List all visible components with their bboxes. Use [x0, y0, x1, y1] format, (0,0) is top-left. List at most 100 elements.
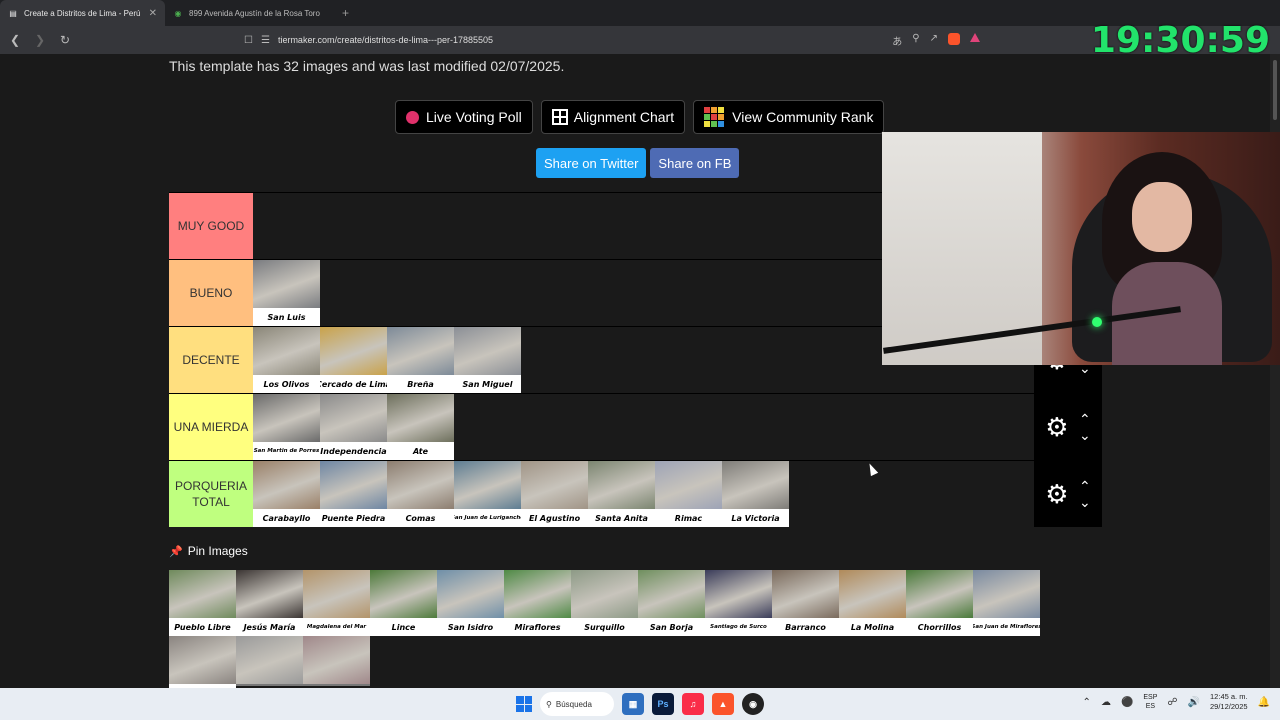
tier-image[interactable]: San Juan de Lurigancho [454, 461, 521, 527]
share-twitter-button[interactable]: Share on Twitter [536, 148, 647, 178]
reload-icon[interactable]: ↻ [55, 33, 75, 47]
translate-icon[interactable]: あ [892, 33, 902, 48]
tier-label[interactable]: UNA MIERDA [169, 394, 253, 460]
chevron-down-icon[interactable]: ⌄ [1079, 428, 1091, 442]
tier-image[interactable]: Breña [387, 327, 454, 393]
chevron-up-icon[interactable]: ⌃ [1079, 479, 1091, 493]
district-caption: La Molina [839, 618, 906, 636]
pool-image[interactable]: Magdalena del Mar [303, 570, 370, 636]
photoshop-icon[interactable]: Ps [652, 693, 674, 715]
pool-image[interactable]: Jesús María [236, 570, 303, 636]
network-icon[interactable]: ☍ [1167, 697, 1177, 708]
music-icon[interactable]: ♫ [682, 693, 704, 715]
tab-tiermaker[interactable]: ▤ Create a Distritos de Lima - Perú ✕ [0, 0, 165, 26]
zoom-icon[interactable]: ⚲ [912, 33, 919, 48]
tier-image[interactable]: Carabayllo [253, 461, 320, 527]
district-caption: Breña [387, 375, 454, 393]
tier-drop-zone[interactable]: San Martin de Porres Independencia Ate [253, 394, 1034, 460]
rank-cell [718, 107, 725, 113]
microphone-icon[interactable]: ⚫ [1121, 697, 1133, 708]
url-text[interactable]: tiermaker.com/create/distritos-de-lima--… [278, 35, 892, 45]
cloud-icon[interactable]: ☁ [1101, 697, 1111, 708]
brave-shields-icon[interactable] [948, 32, 960, 45]
windows-start-icon[interactable] [516, 696, 532, 712]
pool-image[interactable]: Chorrillos [906, 570, 973, 636]
obs-icon[interactable]: ◉ [742, 693, 764, 715]
pool-image[interactable]: San Borja [638, 570, 705, 636]
tier-controls: ⚙ ⌃ ⌄ [1034, 394, 1102, 460]
tier-image[interactable]: Ate [387, 394, 454, 460]
view-community-rank-button[interactable]: View Community Rank [693, 100, 885, 134]
pool-image[interactable]: Pueblo Libre [169, 570, 236, 636]
maps-pin-icon: ◉ [174, 8, 182, 18]
tier-label[interactable]: BUENO [169, 260, 253, 326]
bookmark-icon[interactable]: ☐ [244, 35, 253, 46]
alignment-chart-button[interactable]: Alignment Chart [540, 100, 686, 134]
pool-image[interactable]: Surquillo [571, 570, 638, 636]
pool-image[interactable]: La Molina [839, 570, 906, 636]
tier-image[interactable]: Comas [387, 461, 454, 527]
tier-image[interactable]: Los Olivos [253, 327, 320, 393]
district-caption: Pueblo Libre [169, 618, 236, 636]
chevron-up-icon[interactable]: ⌃ [1079, 412, 1091, 426]
tier-image[interactable]: San Miguel [454, 327, 521, 393]
district-photo [303, 636, 370, 684]
tier-image[interactable]: El Agustino [521, 461, 588, 527]
tier-image[interactable]: Santa Anita [588, 461, 655, 527]
volume-icon[interactable]: 🔊 [1188, 697, 1200, 708]
district-caption: Comas [387, 509, 454, 527]
search-label: Búsqueda [555, 699, 592, 709]
district-photo [772, 570, 839, 618]
gear-icon[interactable]: ⚙ [1045, 481, 1068, 507]
district-caption: San Juan de Lurigancho [454, 509, 521, 527]
language-indicator[interactable]: ESP ES [1143, 693, 1157, 711]
pool-image[interactable]: San Juan de Miraflores [973, 570, 1040, 636]
forward-icon[interactable]: ❯ [30, 33, 50, 47]
clock-date[interactable]: 12:45 a. m. 29/12/2025 [1210, 692, 1248, 712]
scrollbar-thumb[interactable] [1273, 60, 1277, 120]
tab-maps[interactable]: ◉ 899 Avenida Agustín de la Rosa Toro [165, 0, 330, 26]
pool-image[interactable]: Lince [370, 570, 437, 636]
back-icon[interactable]: ❮ [5, 33, 25, 47]
close-tab-icon[interactable]: ✕ [149, 8, 157, 19]
notification-bell-icon[interactable]: 🔔 [1258, 697, 1270, 708]
brave-rewards-icon[interactable] [970, 32, 980, 42]
community-rank-label: View Community Rank [732, 109, 874, 125]
chevron-up-icon[interactable]: ⌃ [1083, 697, 1091, 708]
rank-cell [711, 121, 718, 127]
gear-icon[interactable]: ⚙ [1045, 414, 1068, 440]
site-info-icon[interactable]: ☰ [261, 35, 270, 46]
tier-label[interactable]: DECENTE [169, 327, 253, 393]
district-photo [839, 570, 906, 618]
brave-browser-icon[interactable]: ▲ [712, 693, 734, 715]
pool-image[interactable]: San Isidro [437, 570, 504, 636]
tier-image[interactable]: Independencia [320, 394, 387, 460]
tier-image[interactable]: Cercado de Lima [320, 327, 387, 393]
share-icon[interactable]: ↗ [930, 33, 938, 48]
share-fb-button[interactable]: Share on FB [650, 148, 740, 178]
new-tab-button[interactable]: + [330, 0, 361, 26]
tier-label[interactable]: MUY GOOD [169, 193, 253, 259]
pool-image[interactable] [303, 636, 370, 686]
tier-image[interactable]: San Martin de Porres [253, 394, 320, 460]
address-bar[interactable]: ☐ ☰ tiermaker.com/create/distritos-de-li… [244, 29, 990, 51]
district-caption: San Miguel [454, 375, 521, 393]
live-voting-poll-button[interactable]: Live Voting Poll [395, 100, 533, 134]
pin-images-toggle[interactable]: 📌 Pin Images [169, 544, 248, 558]
chevron-down-icon[interactable]: ⌄ [1079, 495, 1091, 509]
tier-image[interactable]: La Victoria [722, 461, 789, 527]
tier-drop-zone[interactable]: Carabayllo Puente Piedra Comas San Juan de … [253, 461, 1034, 527]
pool-image[interactable]: Miraflores [504, 570, 571, 636]
district-caption: Los Olivos [253, 375, 320, 393]
tier-image[interactable]: Puente Piedra [320, 461, 387, 527]
rank-cell [711, 107, 718, 113]
file-explorer-icon[interactable]: ▦ [622, 693, 644, 715]
tier-label[interactable]: PORQUERIA TOTAL [169, 461, 253, 527]
tier-image[interactable]: San Luis [253, 260, 320, 326]
tier-image[interactable]: Rimac [655, 461, 722, 527]
pool-image[interactable]: Barranco [772, 570, 839, 636]
district-caption: Carabayllo [253, 509, 320, 527]
pool-image[interactable]: Santiago de Surco [705, 570, 772, 636]
pool-image[interactable] [236, 636, 303, 686]
taskbar-search[interactable]: ⚲ Búsqueda [540, 692, 614, 716]
